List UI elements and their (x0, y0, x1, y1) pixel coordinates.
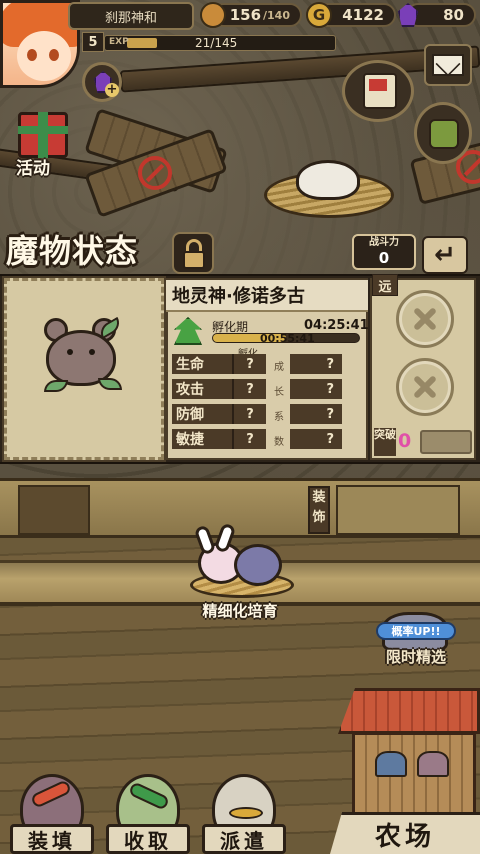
exp-label: EXP (109, 37, 129, 47)
backpack-icon (429, 119, 459, 149)
activity-button[interactable]: 活动 (8, 98, 78, 182)
stat-atk-value: ? (232, 379, 266, 399)
dispatch-button[interactable]: 派遣 (202, 770, 286, 854)
lock-body (183, 251, 205, 269)
stat-agi-value: ? (232, 429, 266, 449)
stat-hp-growth: ? (290, 354, 342, 374)
growth-char: 成 (274, 362, 284, 373)
breakthrough-slot[interactable] (420, 430, 472, 454)
skill-slot-2[interactable] (396, 358, 454, 416)
bunny-ear (193, 524, 217, 556)
farm-creature-icon (417, 751, 449, 777)
green-arrow-icon (127, 781, 171, 811)
player-name: 刹那神和 (68, 2, 194, 30)
incubator-label: 精细化培育 (202, 602, 278, 620)
farm-button[interactable]: 农场 (330, 812, 480, 854)
activity-label: 活动 (16, 159, 50, 179)
gold-value: 4122 (342, 6, 384, 24)
exp-fill (127, 38, 157, 48)
plus-icon: + (105, 82, 119, 97)
collect-button[interactable]: 收取 (106, 770, 190, 854)
probability-up-badge: 概率UP!! (376, 622, 456, 640)
bread-icon (200, 2, 226, 28)
empty-slot-x-icon (413, 307, 437, 331)
load-button[interactable]: 装填 (10, 770, 94, 854)
bread-value: 156 (229, 6, 262, 24)
exp-bar: EXP 21/145 (104, 35, 336, 51)
decorate-tag[interactable]: 装饰 (308, 486, 330, 534)
gold-coin-icon: G (306, 2, 332, 28)
battle-power-label: 战斗力 (369, 237, 399, 248)
avatar-eye (27, 49, 37, 61)
stat-agi-growth: ? (290, 429, 342, 449)
stat-hp-label: 生命 (172, 354, 232, 374)
player-level: 5 (82, 32, 104, 52)
hatch-remaining: 00:55:41 (260, 332, 315, 345)
envelope-icon (432, 54, 464, 76)
gem-value: 80 (443, 6, 464, 24)
scroll-seal (369, 79, 387, 91)
exp-text: 21/145 (195, 36, 238, 50)
monster-eye (89, 349, 95, 355)
growth-char: 系 (274, 412, 284, 423)
stat-def-growth: ? (290, 404, 342, 424)
monster-eye (67, 349, 73, 355)
page-title: 魔物状态 (6, 232, 139, 270)
dark-panel (18, 485, 90, 535)
house-body (352, 732, 476, 816)
breakthrough-label: 突破 (374, 428, 396, 456)
range-tag: 远 (372, 274, 398, 296)
battle-power: 战斗力 0 (352, 234, 416, 270)
light-panel (336, 485, 460, 535)
breakthrough-value: 0 (398, 430, 412, 452)
bread-max: /140 (263, 8, 290, 22)
nest-egg (296, 160, 360, 200)
stat-def-label: 防御 (172, 404, 232, 424)
red-arrow-icon (29, 779, 73, 809)
stat-hp-value: ? (232, 354, 266, 374)
quest-button[interactable] (342, 60, 414, 122)
gift-ribbon (38, 112, 48, 158)
farm-house[interactable] (338, 688, 480, 818)
load-label: 装填 (10, 824, 94, 854)
bag-button[interactable] (414, 102, 472, 164)
stat-agi-label: 敏捷 (172, 429, 232, 449)
limited-selection-button[interactable]: 概率UP!! 限时精选 (372, 612, 460, 672)
add-gem-button[interactable]: + (82, 62, 122, 102)
house-roof (338, 688, 480, 734)
back-button[interactable]: ↵ (422, 236, 468, 274)
incubator-button[interactable] (186, 522, 296, 602)
cat-creature (234, 544, 282, 586)
empty-slot-x-icon (413, 375, 437, 399)
stage-time: 04:25:41 (304, 318, 369, 333)
limited-label: 限时精选 (385, 648, 446, 666)
stat-atk-label: 攻击 (172, 379, 232, 399)
mail-button[interactable] (424, 44, 472, 86)
back-arrow-icon: ↵ (434, 240, 456, 270)
farm-creature-icon (375, 751, 407, 777)
lock-button[interactable] (172, 232, 214, 274)
skill-slot-1[interactable] (396, 290, 454, 348)
growth-char: 长 (274, 387, 284, 398)
stat-atk-growth: ? (290, 379, 342, 399)
stat-def-value: ? (232, 404, 266, 424)
gift-ribbon (18, 126, 68, 134)
coin-stack-icon (229, 807, 263, 819)
avatar-eye (49, 49, 59, 61)
avatar-face (17, 31, 71, 81)
growth-char: 数 (274, 437, 284, 448)
battle-power-value: 0 (378, 249, 390, 267)
dispatch-label: 派遣 (202, 824, 286, 854)
blocked-icon (138, 156, 172, 190)
collect-label: 收取 (106, 824, 190, 854)
monster-name: 地灵神·修诺多古 (166, 280, 368, 312)
